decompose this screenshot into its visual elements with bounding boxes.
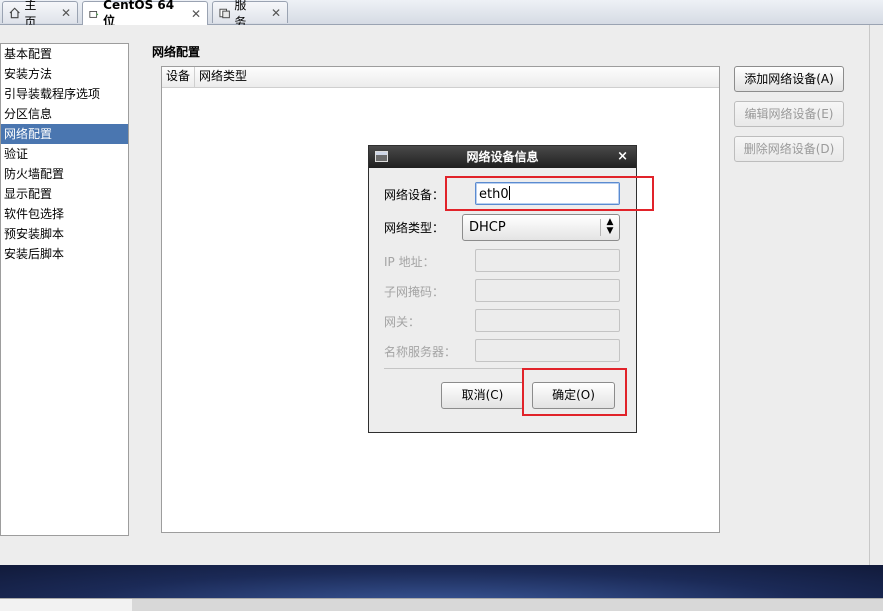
sidebar-item[interactable]: 安装方法 — [1, 64, 128, 84]
close-icon[interactable]: ✕ — [271, 6, 281, 20]
sidebar-item[interactable]: 验证 — [1, 144, 128, 164]
home-icon — [9, 6, 20, 18]
vertical-scrollbar[interactable] — [869, 25, 883, 565]
desktop-background — [0, 565, 883, 600]
dialog-title: 网络设备信息 — [466, 150, 539, 164]
sidebar-item[interactable]: 引导装载程序选项 — [1, 84, 128, 104]
netmask-input[interactable] — [475, 279, 620, 302]
device-label: 网络设备： — [384, 188, 445, 202]
sidebar-item[interactable]: 安装后脚本 — [1, 244, 128, 264]
ip-label: IP 地址： — [384, 255, 435, 269]
add-network-device-button[interactable]: 添加网络设备(A) — [734, 66, 844, 92]
services-icon — [219, 8, 230, 18]
column-device[interactable]: 设备 — [162, 67, 196, 87]
netmask-label: 子网掩码： — [384, 285, 445, 299]
network-type-value: DHCP — [469, 220, 506, 235]
close-icon[interactable]: ✕ — [191, 7, 201, 21]
sidebar-item[interactable]: 软件包选择 — [1, 204, 128, 224]
column-network-type[interactable]: 网络类型 — [195, 67, 719, 87]
status-bar — [0, 598, 883, 611]
tab-centos[interactable]: CentOS 64 位 ✕ — [82, 0, 208, 28]
close-icon[interactable]: ✕ — [61, 6, 71, 20]
category-list[interactable]: 基本配置 安装方法 引导装载程序选项 分区信息 网络配置 验证 防火墙配置 显示配置 软件包选择… — [0, 43, 129, 536]
highlight-box-device — [445, 176, 654, 211]
tab-strip: 主页 ✕ CentOS 64 位 ✕ 服务 ✕ — [0, 0, 883, 29]
updown-arrow-icon: ▲ ▼ — [606, 217, 614, 236]
sidebar-item[interactable]: 防火墙配置 — [1, 164, 128, 184]
cancel-button[interactable]: 取消(C) — [441, 382, 524, 409]
sidebar-item[interactable]: 显示配置 — [1, 184, 128, 204]
window-icon — [375, 151, 388, 162]
tab-services[interactable]: 服务 ✕ — [212, 0, 288, 29]
tab-home[interactable]: 主页 ✕ — [2, 0, 78, 29]
close-icon[interactable]: × — [617, 146, 628, 168]
section-title: 网络配置 — [152, 45, 201, 59]
gateway-label: 网关： — [384, 315, 421, 329]
sidebar-item[interactable]: 预安装脚本 — [1, 224, 128, 244]
dns-label: 名称服务器： — [384, 345, 457, 359]
sidebar-item[interactable]: 分区信息 — [1, 104, 128, 124]
dialog-titlebar[interactable]: 网络设备信息 × — [369, 146, 636, 168]
sidebar-item[interactable]: 网络配置 — [1, 124, 128, 144]
gateway-input[interactable] — [475, 309, 620, 332]
edit-network-device-button[interactable]: 编辑网络设备(E) — [734, 101, 844, 127]
list-header: 设备 网络类型 — [162, 67, 719, 88]
highlight-box-ok — [522, 368, 627, 416]
network-type-label: 网络类型： — [384, 221, 445, 235]
dns-input[interactable] — [475, 339, 620, 362]
vm-icon — [89, 10, 99, 18]
delete-network-device-button[interactable]: 删除网络设备(D) — [734, 136, 844, 162]
sidebar-item[interactable]: 基本配置 — [1, 44, 128, 64]
network-type-select[interactable]: DHCP ▲ ▼ — [462, 214, 620, 241]
ip-input[interactable] — [475, 249, 620, 272]
